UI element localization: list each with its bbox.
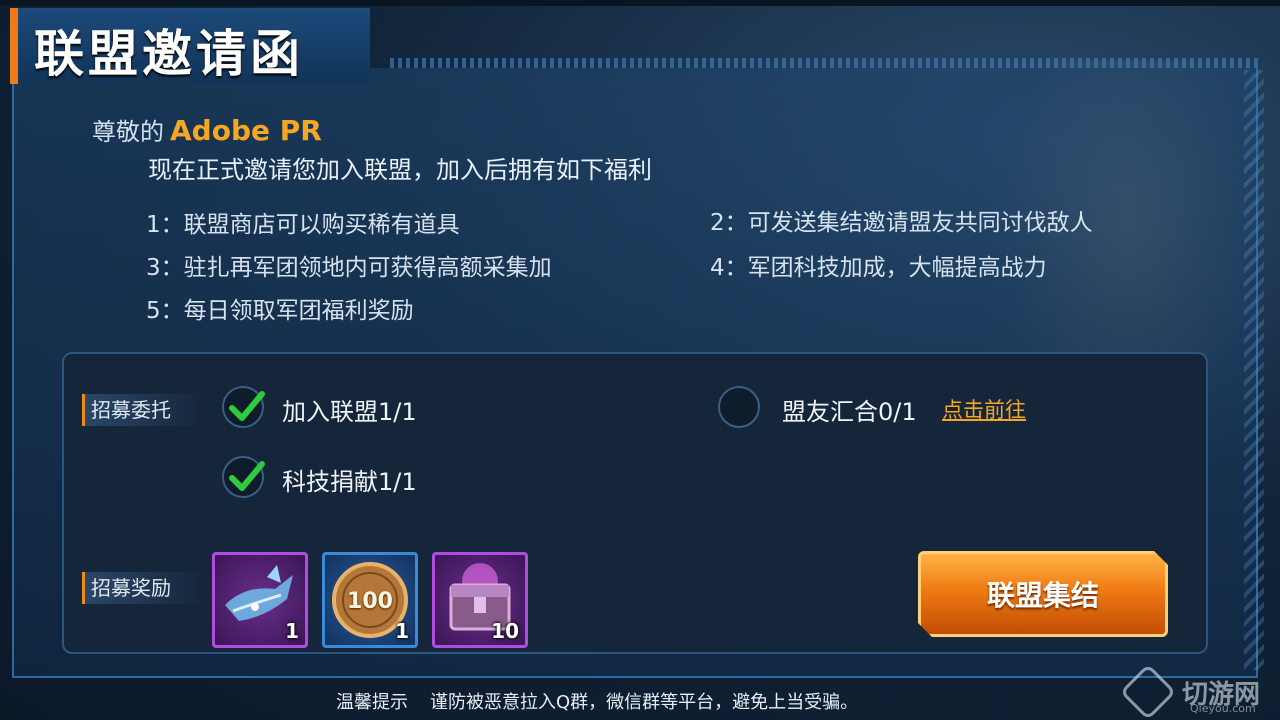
- title-accent-bar: [10, 8, 18, 84]
- rewards-section-label: 招募奖励: [82, 572, 207, 604]
- task-ally-rally: 盟友汇合0/1: [782, 398, 917, 426]
- top-strip: [0, 0, 1280, 6]
- reward-item-weapon-part[interactable]: 1: [212, 552, 308, 648]
- task-checkbox-join-alliance: [222, 386, 265, 428]
- benefit-5: 5：每日领取军团福利奖励: [146, 298, 414, 324]
- reward-count: 1: [285, 619, 299, 643]
- reward-item-coin[interactable]: 100 1: [322, 552, 418, 648]
- task-checkbox-ally-rally: [718, 386, 760, 428]
- benefit-2: 2：可发送集结邀请盟友共同讨伐敌人: [710, 210, 1093, 236]
- tasks-section-label: 招募委托: [82, 394, 207, 426]
- alliance-rally-button[interactable]: 联盟集结: [918, 551, 1168, 637]
- page-title: 联盟邀请函: [34, 25, 304, 83]
- watermark-subtext: Qieyou.com: [1190, 702, 1256, 715]
- warning-tip: 温馨提示 谨防被恶意拉入Q群，微信群等平台，避免上当受骗。: [336, 688, 858, 714]
- player-name: Adobe PR: [170, 114, 322, 147]
- task-join-alliance: 加入联盟1/1: [282, 398, 417, 426]
- invite-message: 现在正式邀请您加入联盟，加入后拥有如下福利: [148, 156, 652, 184]
- benefit-1: 1：联盟商店可以购买稀有道具: [146, 212, 460, 238]
- greeting: 尊敬的 Adobe PR: [92, 112, 322, 147]
- task-checkbox-tech-donate: [222, 456, 265, 498]
- reward-item-chest[interactable]: 10: [432, 552, 528, 648]
- site-watermark: 切游网 Qieyou.com: [1119, 663, 1278, 720]
- greeting-label: 尊敬的: [92, 118, 164, 146]
- task-tech-donate: 科技捐献1/1: [282, 468, 417, 496]
- benefit-3: 3：驻扎再军团领地内可获得高额采集加: [146, 255, 552, 281]
- coin-value: 100: [347, 589, 393, 614]
- reward-count: 10: [491, 619, 519, 643]
- tip-label: 温馨提示: [336, 692, 408, 713]
- go-to-link[interactable]: 点击前往: [942, 394, 1026, 424]
- checkmark-icon: [229, 461, 265, 491]
- title-dash-line: [390, 58, 1260, 68]
- benefit-4: 4：军团科技加成，大幅提高战力: [710, 255, 1047, 281]
- tip-text: 谨防被恶意拉入Q群，微信群等平台，避免上当受骗。: [430, 692, 859, 713]
- watermark-logo-icon: [1119, 663, 1177, 720]
- checkmark-icon: [229, 391, 265, 421]
- reward-count: 1: [395, 619, 409, 643]
- frame-stripe-decoration: [1244, 70, 1264, 670]
